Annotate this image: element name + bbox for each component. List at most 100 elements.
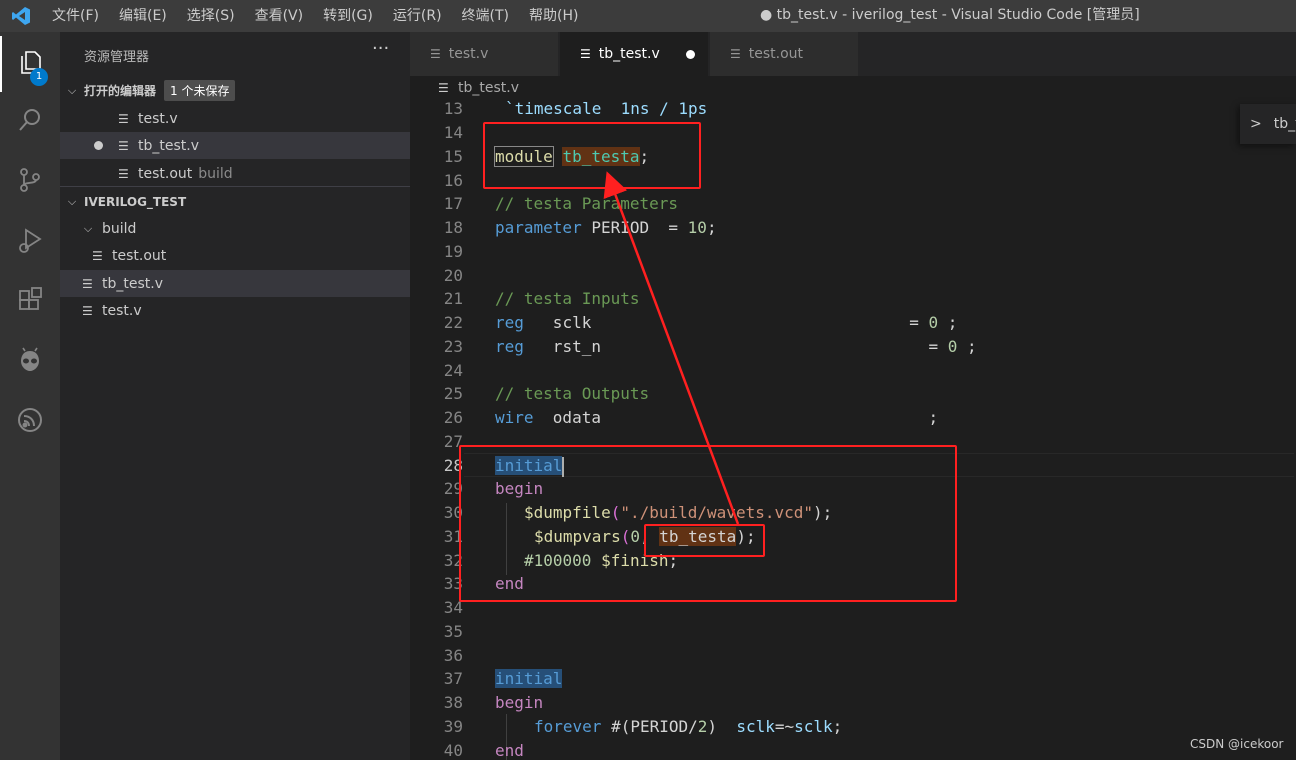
line-number: 31	[443, 527, 463, 546]
tab-test-v[interactable]: ☰ test.v	[410, 32, 558, 76]
menu-help[interactable]: 帮助(H)	[519, 0, 588, 32]
explorer-sidebar: 资源管理器 ··· ⌵ 打开的编辑器 1 个未保存 ☰ test.v ☰ tb_…	[60, 32, 410, 760]
menu-edit[interactable]: 编辑(E)	[109, 0, 177, 32]
more-actions-button[interactable]: ···	[372, 38, 389, 59]
file-lines-icon: ☰	[430, 47, 441, 61]
file-lines-icon: ☰	[82, 303, 93, 318]
open-editor-item-active[interactable]: ☰ tb_test.v	[60, 132, 410, 159]
watermark: CSDN @icekoor	[1190, 737, 1284, 751]
file-lines-icon: ☰	[82, 276, 93, 291]
line-number: 37	[443, 669, 463, 688]
line-number: 22	[443, 313, 463, 332]
line-number: 40	[443, 741, 463, 760]
line-number: 20	[443, 266, 463, 285]
chevron-down-icon: ⌵	[83, 221, 93, 235]
file-lines-icon: ☰	[730, 47, 741, 61]
peek-widget[interactable]: > tb_t	[1240, 104, 1296, 144]
menu-terminal[interactable]: 终端(T)	[452, 0, 519, 32]
code-line: initial	[495, 669, 563, 688]
search-activity[interactable]	[0, 94, 60, 150]
menu-go[interactable]: 转到(G)	[313, 0, 383, 32]
editor-tabs: ☰ test.v ☰ tb_test.v ☰ test.out	[410, 32, 1296, 76]
workspace-header[interactable]: ⌵ IVERILOG_TEST	[60, 188, 410, 215]
espressif-icon	[16, 406, 44, 438]
tree-file-label: test.out	[112, 247, 167, 264]
explorer-activity[interactable]: 1	[0, 36, 60, 92]
line-number: 33	[443, 574, 463, 593]
run-debug-activity[interactable]	[0, 214, 60, 270]
extensions-activity[interactable]	[0, 274, 60, 330]
file-lines-icon: ☰	[92, 248, 103, 263]
breadcrumb: ☰ tb_test.v	[410, 76, 1296, 100]
menu-run[interactable]: 运行(R)	[383, 0, 452, 32]
line-number: 15	[443, 147, 463, 166]
tree-file-label: tb_test.v	[102, 275, 163, 292]
extensions-icon	[16, 286, 44, 318]
code-line: `timescale 1ns / 1ps	[505, 100, 708, 118]
tab-test-out[interactable]: ☰ test.out	[710, 32, 858, 76]
line-number: 28	[443, 456, 463, 475]
tree-file-item[interactable]: ☰ test.v	[60, 297, 410, 324]
breadcrumb-file[interactable]: tb_test.v	[458, 80, 519, 96]
source-control-activity[interactable]	[0, 154, 60, 210]
file-lines-icon: ☰	[118, 138, 129, 153]
unsaved-dot-icon[interactable]	[686, 50, 695, 59]
code-line: // testa Outputs	[495, 384, 650, 403]
line-number: 16	[443, 171, 463, 190]
chevron-right-icon: >	[1250, 116, 1262, 132]
source-control-icon	[16, 166, 44, 198]
open-editor-item[interactable]: ☰ test.out build	[60, 160, 410, 187]
activity-bar: 1	[0, 32, 60, 760]
menu-selection[interactable]: 选择(S)	[177, 0, 245, 32]
menu-file[interactable]: 文件(F)	[42, 0, 109, 32]
line-number: 18	[443, 218, 463, 237]
title-bar: 文件(F) 编辑(E) 选择(S) 查看(V) 转到(G) 运行(R) 终端(T…	[0, 0, 1296, 32]
open-editors-label: 打开的编辑器	[84, 84, 157, 98]
folder-label: build	[102, 220, 137, 237]
line-number: 23	[443, 337, 463, 356]
line-number: 14	[443, 123, 463, 142]
code-line: // testa Inputs	[495, 289, 640, 308]
line-number: 24	[443, 361, 463, 380]
line-number: 39	[443, 717, 463, 736]
tab-label: test.v	[448, 46, 489, 62]
tree-file-item-selected[interactable]: ☰ tb_test.v	[60, 270, 410, 297]
file-lines-icon: ☰	[580, 47, 591, 61]
open-editor-item[interactable]: ☰ test.v	[60, 105, 410, 132]
code-line: reg rst_n = 0 ;	[495, 337, 977, 356]
file-lines-icon: ☰	[118, 166, 129, 181]
file-lines-icon: ☰	[438, 81, 449, 95]
vscode-logo-icon	[0, 0, 42, 32]
open-editors-header[interactable]: ⌵ 打开的编辑器 1 个未保存	[60, 77, 410, 104]
menu-bar: 文件(F) 编辑(E) 选择(S) 查看(V) 转到(G) 运行(R) 终端(T…	[42, 0, 588, 32]
line-number: 26	[443, 408, 463, 427]
line-number: 27	[443, 432, 463, 451]
tab-tb-test-v[interactable]: ☰ tb_test.v	[560, 32, 708, 76]
line-number: 36	[443, 646, 463, 665]
section-divider	[60, 186, 410, 187]
platformio-activity[interactable]	[0, 334, 60, 390]
line-number: 38	[443, 693, 463, 712]
search-icon	[16, 106, 44, 138]
open-editor-label: test.v	[138, 110, 178, 127]
annotation-box-module	[483, 122, 701, 189]
peek-label: tb_t	[1273, 116, 1296, 132]
menu-view[interactable]: 查看(V)	[245, 0, 314, 32]
folder-build[interactable]: ⌵ build	[60, 215, 410, 242]
line-number: 32	[443, 551, 463, 570]
window-title: ● tb_test.v - iverilog_test - Visual Stu…	[760, 7, 1140, 23]
line-number: 34	[443, 598, 463, 617]
espressif-activity[interactable]	[0, 394, 60, 450]
tree-file-item[interactable]: ☰ test.out	[60, 242, 410, 269]
code-editor[interactable]: 13 14 15 16 17 18 19 20 21 22 23 24 25 2…	[410, 100, 1296, 760]
open-editor-folder: build	[198, 165, 233, 182]
explorer-badge: 1	[30, 68, 48, 86]
code-line: begin	[495, 693, 544, 712]
line-number: 19	[443, 242, 463, 261]
unsaved-dot-icon[interactable]	[94, 141, 103, 150]
line-number: 29	[443, 479, 463, 498]
line-number: 25	[443, 384, 463, 403]
code-line: // testa Parameters	[495, 194, 679, 213]
run-debug-icon	[16, 226, 44, 258]
annotation-box-dumpvars-arg	[644, 524, 765, 557]
